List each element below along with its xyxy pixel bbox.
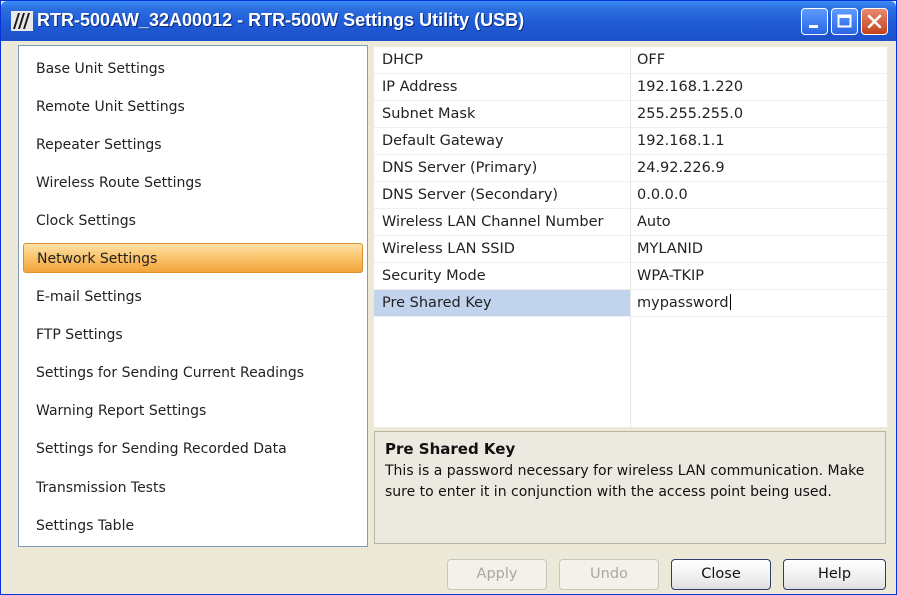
- property-name: Pre Shared Key: [374, 290, 630, 316]
- maximize-icon: [837, 14, 852, 28]
- close-button[interactable]: Close: [671, 559, 771, 590]
- sidebar-item-current-readings-settings[interactable]: Settings for Sending Current Readings: [20, 358, 366, 388]
- property-value[interactable]: WPA-TKIP: [631, 263, 887, 289]
- property-value[interactable]: 255.255.255.0: [631, 101, 887, 127]
- sidebar-item-warning-report-settings[interactable]: Warning Report Settings: [20, 396, 366, 426]
- property-name: DNS Server (Primary): [382, 160, 538, 176]
- settings-window: RTR-500AW_32A00012 - RTR-500W Settings U…: [0, 0, 897, 595]
- sidebar-item-settings-table[interactable]: Settings Table: [20, 511, 366, 541]
- minimize-icon: [809, 25, 818, 28]
- sidebar-item-wireless-route-settings[interactable]: Wireless Route Settings: [20, 168, 366, 198]
- property-value[interactable]: 192.168.1.1: [631, 128, 887, 154]
- help-button[interactable]: Help: [783, 559, 886, 590]
- sidebar-item-clock-settings[interactable]: Clock Settings: [20, 206, 366, 236]
- table-row[interactable]: DNS Server (Primary) 24.92.226.9: [374, 155, 887, 182]
- property-value[interactable]: OFF: [631, 47, 887, 73]
- close-icon: [867, 14, 882, 29]
- property-name: IP Address: [382, 79, 458, 95]
- property-name: Wireless LAN SSID: [382, 241, 515, 257]
- table-row[interactable]: DHCP OFF: [374, 47, 887, 74]
- sidebar-item-recorded-data-settings[interactable]: Settings for Sending Recorded Data: [20, 434, 366, 464]
- table-row[interactable]: Wireless LAN Channel Number Auto: [374, 209, 887, 236]
- table-row[interactable]: Subnet Mask 255.255.255.0: [374, 101, 887, 128]
- property-name: DHCP: [382, 52, 423, 68]
- table-row[interactable]: Wireless LAN SSID MYLANID: [374, 236, 887, 263]
- description-text: This is a password necessary for wireles…: [385, 463, 865, 500]
- sidebar-item-email-settings[interactable]: E-mail Settings: [20, 282, 366, 312]
- close-window-button[interactable]: [861, 8, 888, 35]
- sidebar-item-repeater-settings[interactable]: Repeater Settings: [20, 130, 366, 160]
- property-value[interactable]: Auto: [631, 209, 887, 235]
- apply-button[interactable]: Apply: [447, 559, 547, 590]
- text-caret: [729, 294, 731, 310]
- title-bar[interactable]: RTR-500AW_32A00012 - RTR-500W Settings U…: [1, 1, 896, 41]
- table-row[interactable]: Security Mode WPA-TKIP: [374, 263, 887, 290]
- property-value[interactable]: 0.0.0.0: [631, 182, 887, 208]
- description-title: Pre Shared Key: [385, 440, 516, 458]
- sidebar-item-remote-unit-settings[interactable]: Remote Unit Settings: [20, 92, 366, 122]
- pre-shared-key-input[interactable]: mypassword: [631, 290, 887, 316]
- property-value: mypassword: [637, 295, 729, 311]
- settings-category-list: Base Unit Settings Remote Unit Settings …: [18, 45, 368, 547]
- property-name: DNS Server (Secondary): [382, 187, 559, 203]
- undo-button[interactable]: Undo: [559, 559, 659, 590]
- sidebar-item-base-unit-settings[interactable]: Base Unit Settings: [20, 54, 366, 84]
- property-grid: DHCP OFF IP Address 192.168.1.220 Subnet…: [374, 47, 887, 427]
- property-value[interactable]: MYLANID: [631, 236, 887, 262]
- table-row[interactable]: DNS Server (Secondary) 0.0.0.0: [374, 182, 887, 209]
- sidebar-item-ftp-settings[interactable]: FTP Settings: [20, 320, 366, 350]
- maximize-button[interactable]: [831, 8, 858, 35]
- app-logo-icon: [11, 11, 33, 31]
- window-title: RTR-500AW_32A00012 - RTR-500W Settings U…: [37, 10, 525, 30]
- property-value[interactable]: 192.168.1.220: [631, 74, 887, 100]
- property-name: Wireless LAN Channel Number: [382, 214, 604, 230]
- sidebar-item-transmission-tests[interactable]: Transmission Tests: [20, 473, 366, 503]
- minimize-button[interactable]: [801, 8, 828, 35]
- property-name: Security Mode: [382, 268, 486, 284]
- property-value[interactable]: 24.92.226.9: [631, 155, 887, 181]
- table-row[interactable]: IP Address 192.168.1.220: [374, 74, 887, 101]
- sidebar-item-network-settings[interactable]: Network Settings: [23, 243, 363, 273]
- property-name: Default Gateway: [382, 133, 504, 149]
- table-row[interactable]: Default Gateway 192.168.1.1: [374, 128, 887, 155]
- description-panel: Pre Shared Key This is a password necess…: [374, 431, 886, 544]
- property-name: Subnet Mask: [382, 106, 476, 122]
- table-row-selected[interactable]: Pre Shared Key mypassword: [374, 290, 887, 317]
